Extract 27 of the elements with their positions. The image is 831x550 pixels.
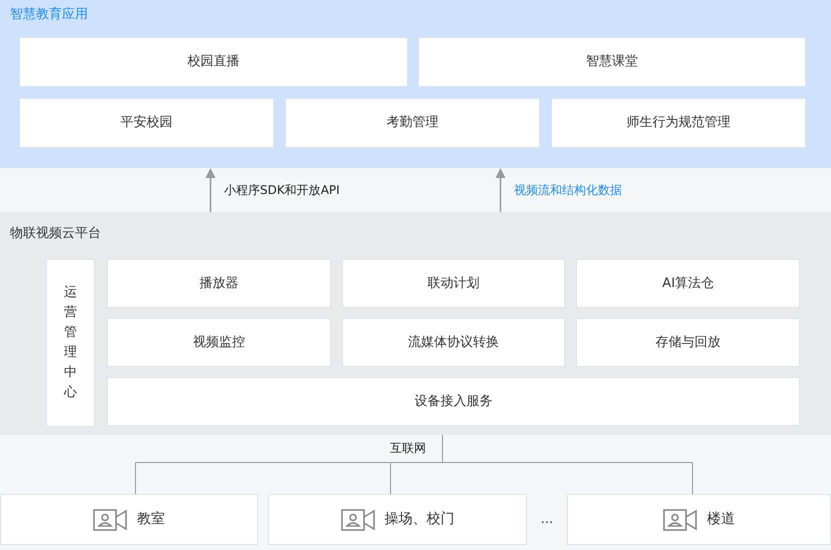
device-label: 操场、校门 — [384, 510, 454, 529]
section-title: 物联视频云平台 — [10, 225, 102, 243]
camera-icon — [663, 508, 697, 530]
side-panel-label: 运营管理中心 — [64, 284, 77, 402]
section-title: 智慧教育应用 — [10, 6, 89, 24]
device-label: 楼道 — [707, 510, 735, 529]
module-tile: 联动计划 — [342, 259, 566, 308]
module-tile: AI算法仓 — [576, 259, 800, 308]
up-arrow-icon — [495, 168, 506, 212]
module-tile: 平安校园 — [19, 98, 274, 148]
module-tile: 视频监控 — [107, 318, 331, 367]
module-tile: 流媒体协议转换 — [342, 318, 566, 367]
device-label: 教室 — [137, 510, 165, 529]
network-label: 互联网 — [390, 439, 426, 457]
module-tile: 师生行为规范管理 — [551, 98, 806, 148]
camera-icon — [340, 508, 374, 530]
module-tile: 考勤管理 — [285, 98, 540, 148]
module-tile: 校园直播 — [19, 37, 408, 87]
flow-label: 视频流和结构化数据 — [514, 182, 622, 199]
up-arrow-icon — [205, 168, 216, 212]
module-tile: 播放器 — [107, 259, 331, 308]
module-tile: 设备接入服务 — [107, 377, 800, 426]
camera-icon — [93, 508, 127, 530]
module-tile: 智慧课堂 — [418, 37, 806, 87]
module-tile: 存储与回放 — [576, 318, 800, 367]
flow-label: 小程序SDK和开放API — [224, 182, 340, 199]
ellipsis: ... — [540, 510, 554, 529]
